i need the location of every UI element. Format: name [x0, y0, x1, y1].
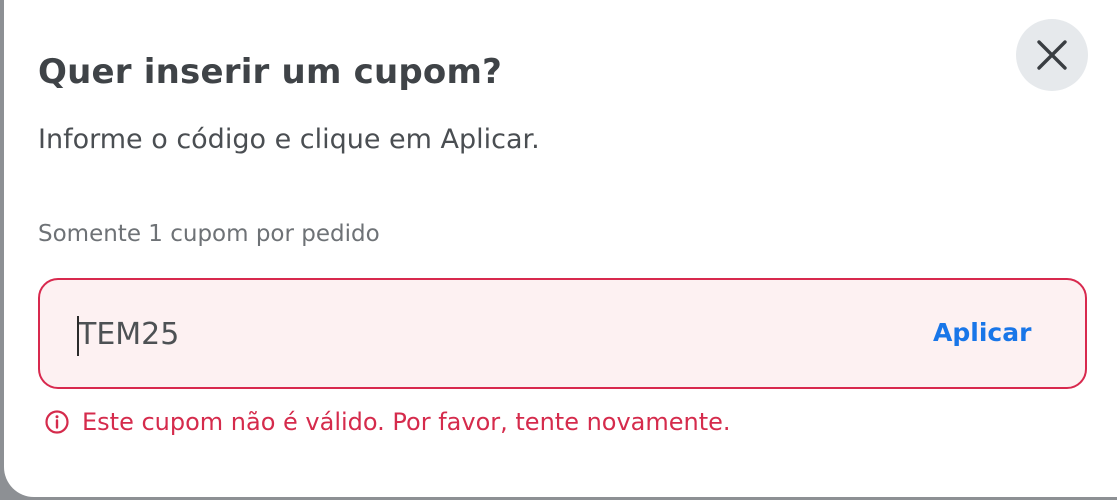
- dialog-title: Quer inserir um cupom?: [38, 52, 503, 92]
- coupon-limit-hint: Somente 1 cupom por pedido: [38, 221, 380, 247]
- close-button[interactable]: [1016, 19, 1088, 91]
- coupon-input[interactable]: [78, 310, 898, 358]
- close-icon: [1037, 40, 1067, 70]
- info-circle-icon: [45, 410, 69, 434]
- coupon-field: Aplicar: [38, 278, 1087, 389]
- apply-button[interactable]: Aplicar: [933, 318, 1031, 347]
- text-caret: [77, 316, 79, 356]
- coupon-error: Este cupom não é válido. Por favor, tent…: [44, 408, 731, 436]
- coupon-dialog: Quer inserir um cupom? Informe o código …: [4, 0, 1117, 497]
- dialog-subtitle: Informe o código e clique em Aplicar.: [38, 124, 540, 155]
- error-message: Este cupom não é válido. Por favor, tent…: [82, 408, 731, 436]
